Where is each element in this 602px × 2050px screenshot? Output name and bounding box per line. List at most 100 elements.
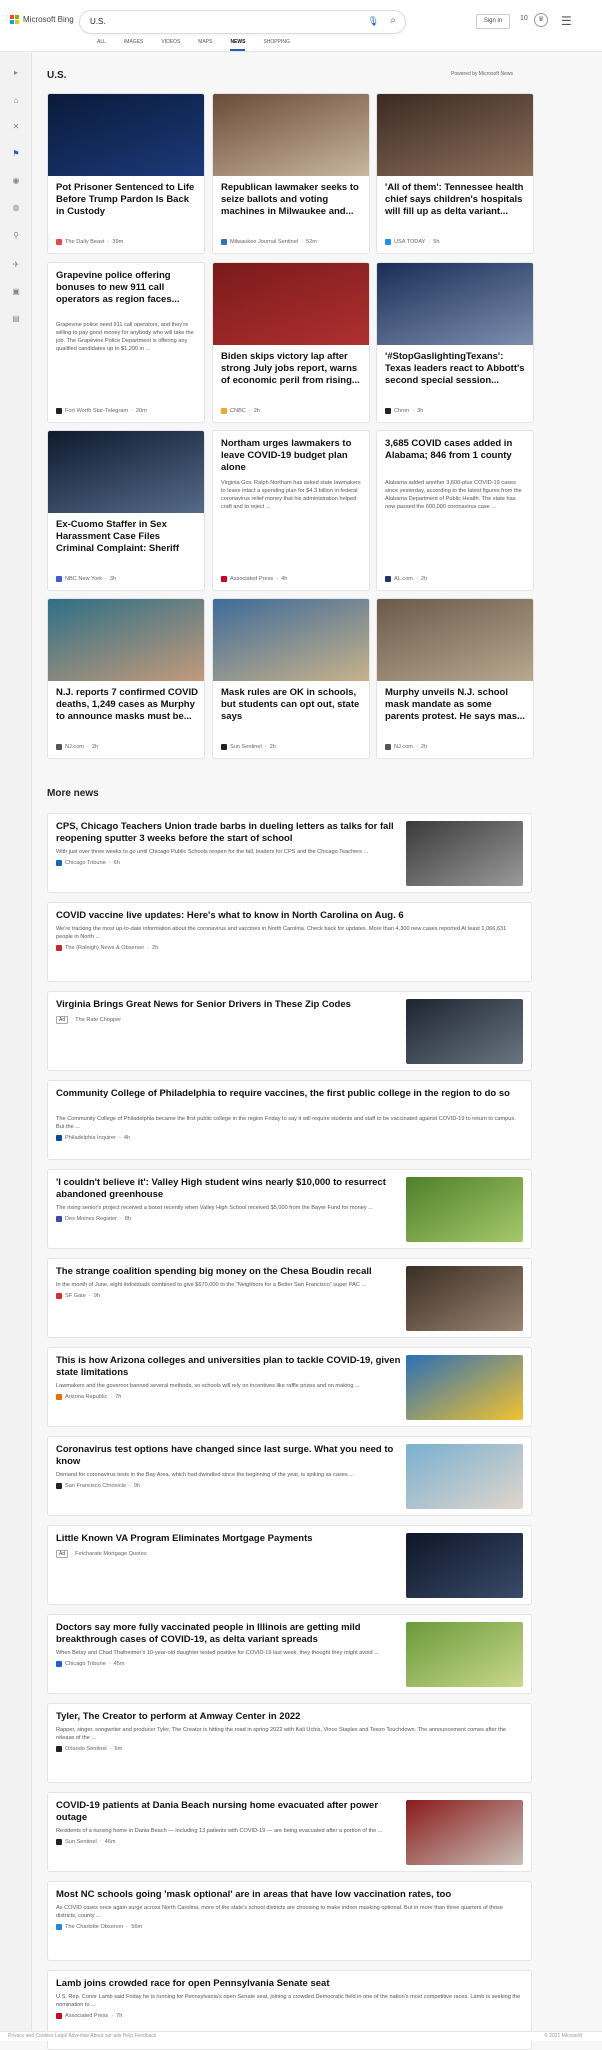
item-headline[interactable]: 'I couldn't believe it': Valley High stu… [56,1177,401,1201]
news-card[interactable]: Biden skips victory lap after strong Jul… [212,262,370,423]
search-input[interactable]: U.S. [90,17,106,26]
more-news-item[interactable]: 'I couldn't believe it': Valley High stu… [47,1169,532,1249]
search-icon[interactable]: ⌕ [390,15,396,26]
card-source[interactable]: NJ.com · 2h [56,744,98,750]
car-icon[interactable]: ▤ [8,311,24,327]
item-source[interactable]: Philadelphia Inquirer · 4h [56,1135,130,1141]
item-headline[interactable]: COVID-19 patients at Dania Beach nursing… [56,1800,401,1824]
card-source[interactable]: CNBC · 2h [221,408,260,414]
item-source[interactable]: Ad Fetcharate Mortgage Quotes [56,1550,147,1558]
source-name[interactable]: CNBC [230,408,246,414]
source-name[interactable]: Fort Worth Star-Telegram [65,408,128,414]
source-name[interactable]: Sun Sentinel [65,1839,97,1845]
news-card[interactable]: Ex-Cuomo Staffer in Sex Harassment Case … [47,430,205,591]
card-headline[interactable]: Murphy unveils N.J. school mask mandate … [385,687,528,723]
source-name[interactable]: The Daily Beast [65,239,104,245]
more-news-item[interactable]: The strange coalition spending big money… [47,1258,532,1338]
more-news-item[interactable]: Virginia Brings Great News for Senior Dr… [47,991,532,1071]
item-headline[interactable]: The strange coalition spending big money… [56,1266,401,1278]
bing-logo[interactable]: Microsoft Bing [10,15,74,24]
source-name[interactable]: Chicago Tribune [65,1661,106,1667]
chevron-right-icon[interactable]: ▸ [8,65,24,81]
item-headline[interactable]: Most NC schools going 'mask optional' ar… [56,1889,521,1901]
more-news-item[interactable]: COVID vaccine live updates: Here's what … [47,902,532,982]
person-icon[interactable]: ⚲ [8,228,24,244]
footer-links[interactable]: Privacy and Cookies Legal Advertise Abou… [8,2033,156,2039]
item-source[interactable]: The (Raleigh) News & Observer · 2h [56,945,158,951]
item-source[interactable]: Ad The Rate Chopper [56,1016,121,1024]
news-thumbnail[interactable] [377,94,533,176]
more-news-item[interactable]: Doctors say more fully vaccinated people… [47,1614,532,1694]
card-source[interactable]: Associated Press · 4h [221,576,287,582]
news-thumbnail[interactable] [48,94,204,176]
flag-icon[interactable]: ⚑ [8,146,24,162]
home-icon[interactable]: ⌂ [8,93,24,109]
item-headline[interactable]: This is how Arizona colleges and univers… [56,1355,401,1379]
item-source[interactable]: The Charlotte Observer · 56m [56,1924,142,1930]
item-thumbnail[interactable] [406,1800,523,1865]
source-name[interactable]: NJ.com [65,744,84,750]
box-icon[interactable]: ▣ [8,284,24,300]
card-source[interactable]: The Daily Beast · 39m [56,239,123,245]
source-name[interactable]: Fetcharate Mortgage Quotes [75,1551,147,1557]
card-headline[interactable]: Mask rules are OK in schools, but studen… [221,687,364,723]
news-card[interactable]: Pot Prisoner Sentenced to Life Before Tr… [47,93,205,254]
news-card[interactable]: Mask rules are OK in schools, but studen… [212,598,370,759]
globe-icon[interactable]: ◍ [8,200,24,216]
news-thumbnail[interactable] [48,431,204,513]
source-name[interactable]: Philadelphia Inquirer [65,1135,116,1141]
search-box[interactable]: U.S. 🎙 ⌕ [80,11,405,33]
location-icon[interactable]: ◉ [8,173,24,189]
card-source[interactable]: Fort Worth Star-Telegram · 20m [56,408,147,414]
source-name[interactable]: The Rate Chopper [75,1017,121,1023]
card-headline[interactable]: Republican lawmaker seeks to seize ballo… [221,182,364,218]
more-news-item[interactable]: Tyler, The Creator to perform at Amway C… [47,1703,532,1783]
source-name[interactable]: SF Gate [65,1293,86,1299]
card-headline[interactable]: N.J. reports 7 confirmed COVID deaths, 1… [56,687,199,723]
microphone-icon[interactable]: 🎙 [368,16,379,27]
item-thumbnail[interactable] [406,1444,523,1509]
card-source[interactable]: Chron · 3h [385,408,423,414]
card-headline[interactable]: Northam urges lawmakers to leave COVID-1… [221,438,364,474]
more-news-item[interactable]: Most NC schools going 'mask optional' ar… [47,1881,532,1961]
item-thumbnail[interactable] [406,821,523,886]
news-card[interactable]: Northam urges lawmakers to leave COVID-1… [212,430,370,591]
item-source[interactable]: Chicago Tribune · 45m [56,1661,125,1667]
source-name[interactable]: Milwaukee Journal Sentinel [230,239,298,245]
more-news-item[interactable]: CPS, Chicago Teachers Union trade barbs … [47,813,532,893]
item-source[interactable]: Associated Press · 7h [56,2013,122,2019]
card-headline[interactable]: '#StopGaslightingTexans': Texas leaders … [385,351,528,387]
more-news-item[interactable]: COVID-19 patients at Dania Beach nursing… [47,1792,532,1872]
source-name[interactable]: The (Raleigh) News & Observer [65,945,144,951]
item-thumbnail[interactable] [406,1533,523,1598]
more-news-item[interactable]: Little Known VA Program Eliminates Mortg… [47,1525,532,1605]
card-headline[interactable]: Pot Prisoner Sentenced to Life Before Tr… [56,182,199,218]
tools-icon[interactable]: ✕ [8,119,24,135]
news-thumbnail[interactable] [213,94,369,176]
source-name[interactable]: Associated Press [230,576,273,582]
card-source[interactable]: Milwaukee Journal Sentinel · 52m [221,239,317,245]
tab-news[interactable]: NEWS [221,39,254,51]
news-card[interactable]: 3,685 COVID cases added in Alabama; 846 … [376,430,534,591]
rewards-trophy-icon[interactable]: ♛ [534,13,548,27]
item-source[interactable]: Sun Sentinel · 46m [56,1839,116,1845]
more-news-item[interactable]: This is how Arizona colleges and univers… [47,1347,532,1427]
card-headline[interactable]: 3,685 COVID cases added in Alabama; 846 … [385,438,528,462]
item-headline[interactable]: Little Known VA Program Eliminates Mortg… [56,1533,401,1545]
rewards-count[interactable]: 10 [520,15,528,22]
source-name[interactable]: Chicago Tribune [65,860,106,866]
rocket-icon[interactable]: ✈ [8,257,24,273]
news-thumbnail[interactable] [377,599,533,681]
tab-videos[interactable]: VIDEOS [152,39,189,51]
item-source[interactable]: Orlando Sentinel · 6m [56,1746,122,1752]
news-card[interactable]: 'All of them': Tennessee health chief sa… [376,93,534,254]
more-news-item[interactable]: Coronavirus test options have changed si… [47,1436,532,1516]
source-name[interactable]: USA TODAY [394,239,425,245]
card-source[interactable]: Sun Sentinel · 2h [221,744,276,750]
item-thumbnail[interactable] [406,1266,523,1331]
source-name[interactable]: NBC New York [65,576,102,582]
news-thumbnail[interactable] [213,263,369,345]
hamburger-menu-icon[interactable]: ☰ [561,14,572,28]
news-card[interactable]: Grapevine police offering bonuses to new… [47,262,205,423]
source-name[interactable]: Des Moines Register [65,1216,117,1222]
